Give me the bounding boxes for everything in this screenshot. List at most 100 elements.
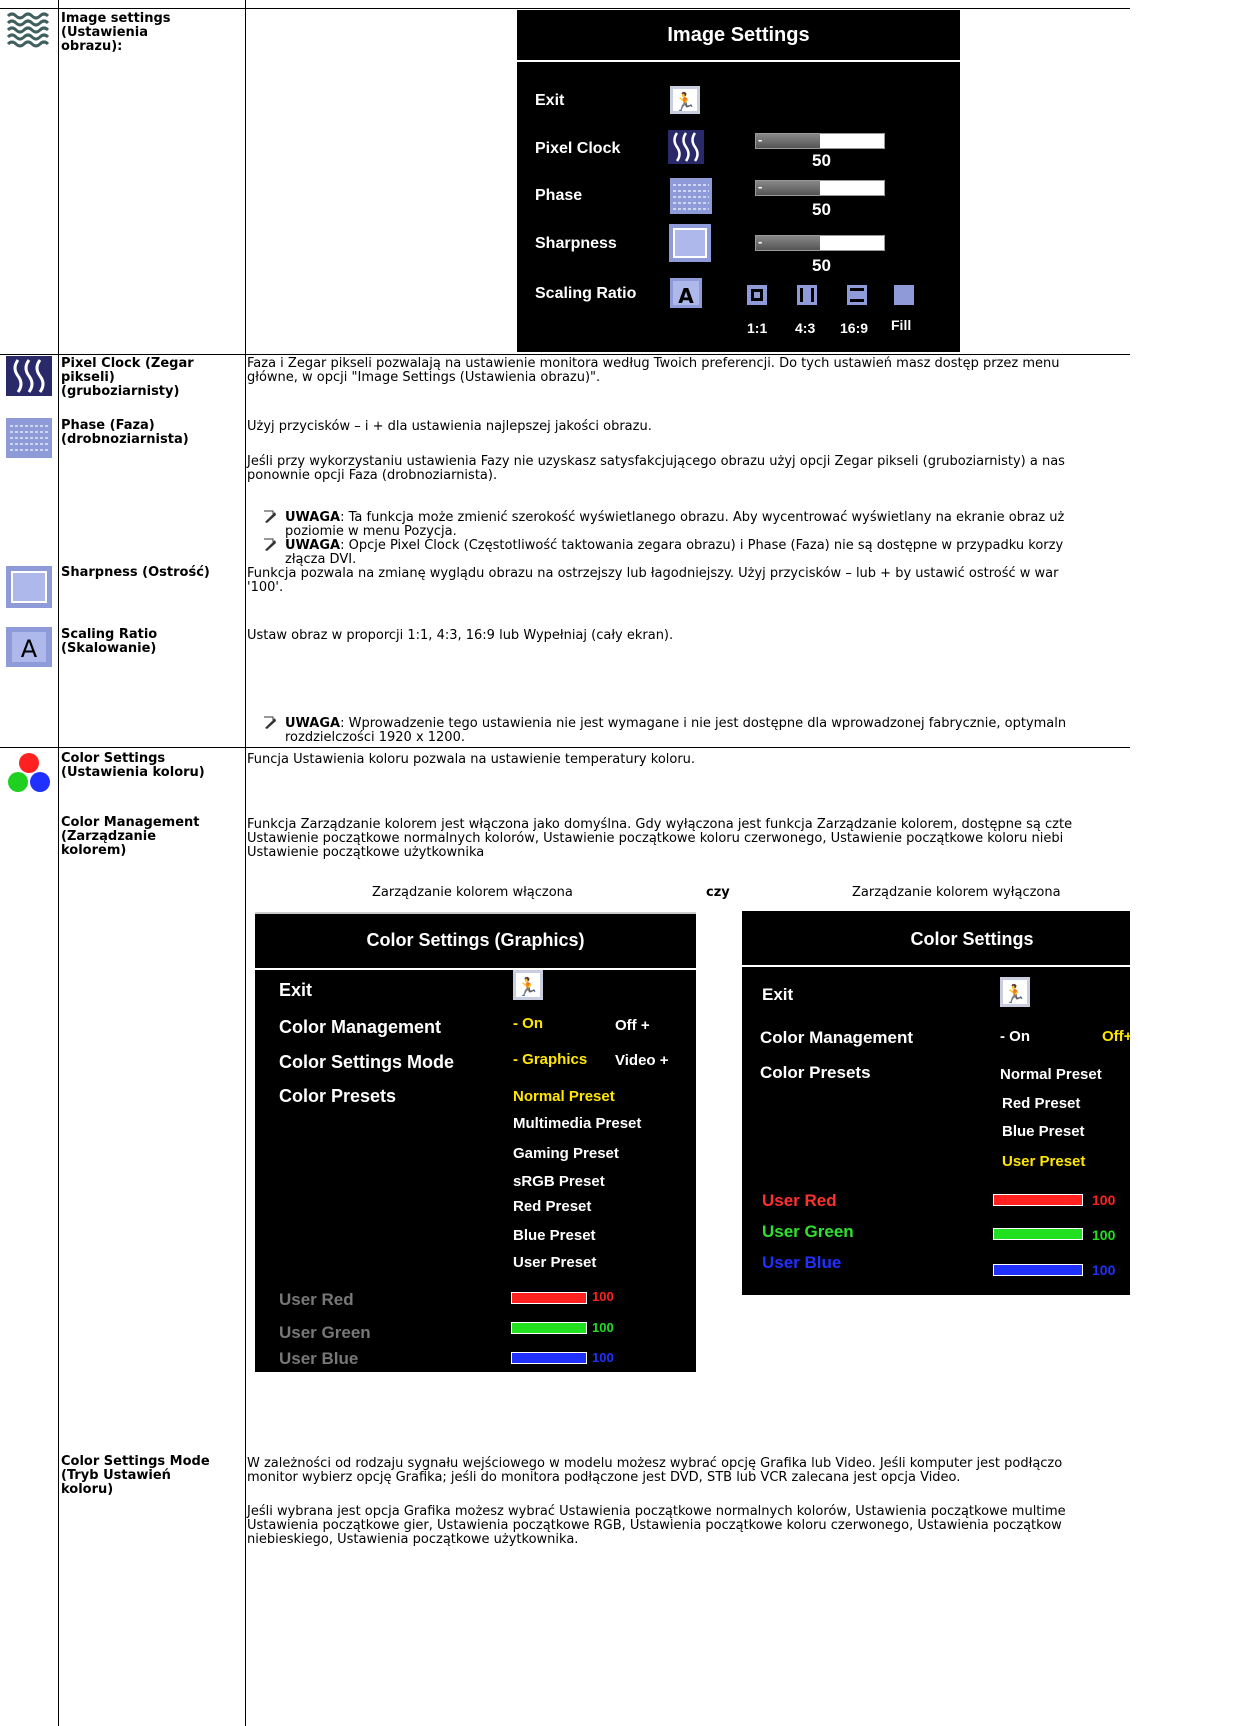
scaling-text: Ustaw obraz w proporcji 1:1, 4:3, 16:9 l…	[247, 628, 674, 643]
caption-cm-off: Zarządzanie kolorem wyłączona	[852, 885, 1061, 900]
osd-item-phase: Phase	[535, 187, 583, 204]
user-blue-value: 100	[592, 1350, 614, 1365]
preset-item: Multimedia Preset	[513, 1115, 642, 1132]
svg-text:🏃: 🏃	[517, 976, 539, 998]
color-management-text: Funkcja Zarządzanie kolorem jest włączon…	[247, 817, 1073, 832]
color-mode-text: Ustawienia początkowe gier, Ustawienia p…	[247, 1518, 1062, 1533]
user-red-slider	[993, 1194, 1083, 1206]
phase-slider: - +	[755, 179, 885, 196]
note-icon	[263, 510, 278, 524]
exit-icon: 🏃	[513, 970, 543, 1000]
note-text: złącza DVI.	[285, 552, 357, 567]
row-label-image-settings: Image settings (Ustawienia obrazu):	[61, 11, 171, 54]
right-clip	[1130, 0, 1245, 1726]
osd-item-sharpness: Sharpness	[535, 235, 617, 252]
cm-off-option: Off+	[1102, 1028, 1133, 1045]
color-mode-text: monitor wybierz opcję Grafika; jeśli do …	[247, 1470, 961, 1485]
note-icon	[263, 538, 278, 552]
ratio-label: 1:1	[747, 320, 768, 336]
osd-item-exit: Exit	[279, 980, 313, 1000]
row-label-phase: Phase (Faza) (drobnoziarnista)	[61, 418, 189, 447]
user-green-label: User Green	[279, 1323, 371, 1342]
row-label-pixel-clock: Pixel Clock (Zegar pikseli) (gruboziarni…	[61, 356, 194, 399]
color-management-text: Ustawienie początkowe użytkownika	[247, 845, 485, 860]
scaling-icon: A	[670, 278, 702, 308]
sharpness-value: 50	[812, 256, 831, 275]
osd-title: Color Settings (Graphics)	[366, 930, 585, 950]
ratio-label: 16:9	[840, 320, 869, 336]
ratio-4-3-icon	[797, 285, 817, 305]
osd-item-color-management: Color Management	[760, 1028, 914, 1047]
sharpness-icon	[669, 224, 711, 262]
user-blue-label: User Blue	[279, 1349, 359, 1368]
svg-text:A: A	[678, 284, 694, 308]
preset-item: sRGB Preset	[513, 1173, 605, 1190]
sharpness-icon	[6, 566, 52, 608]
row-label-scaling: Scaling Ratio (Skalowanie)	[61, 627, 158, 656]
preset-item: User Preset	[1002, 1153, 1086, 1170]
user-red-slider	[511, 1292, 587, 1304]
svg-text:🏃: 🏃	[1004, 983, 1026, 1005]
user-green-label: User Green	[762, 1222, 854, 1241]
note-body: : Ta funkcja może zmienić szerokość wyśw…	[340, 510, 1065, 525]
osd-item-exit: Exit	[762, 985, 794, 1004]
osd-item-exit: Exit	[535, 92, 565, 109]
ratio-fill-icon	[894, 285, 914, 305]
note-body: : Wprowadzenie tego ustawienia nie jest …	[340, 716, 1067, 731]
osd-image-settings: Image Settings Exit Pixel Clock Phase Sh…	[517, 10, 960, 352]
top-border	[0, 8, 1130, 9]
pixel-clock-icon	[668, 130, 704, 164]
osd-item-scaling: Scaling Ratio	[535, 285, 637, 302]
row-divider	[0, 354, 1130, 355]
mode-graphics-option: - Graphics	[513, 1051, 588, 1068]
preset-item: Blue Preset	[513, 1227, 596, 1244]
note-label: UWAGA	[285, 510, 341, 525]
scaling-icon: A	[6, 627, 52, 667]
color-mode-text: niebieskiego, Ustawienia początkowe użyt…	[247, 1532, 579, 1547]
preset-item: Blue Preset	[1002, 1123, 1085, 1140]
note-text: UWAGA: Opcje Pixel Clock (Częstotliwość …	[285, 539, 1063, 553]
row-label-color-management: Color Management (Zarządzanie kolorem)	[61, 815, 200, 858]
osd-item-color-settings-mode: Color Settings Mode	[279, 1052, 454, 1072]
user-green-slider	[511, 1322, 587, 1334]
ratio-label: Fill	[891, 317, 912, 333]
osd-color-settings: Color Settings Exit Color Management Col…	[742, 911, 1133, 1295]
table-left-col-border	[58, 0, 59, 1726]
exit-icon: 🏃	[670, 86, 700, 114]
mode-video-option: Video +	[615, 1052, 669, 1069]
user-red-value: 100	[1092, 1192, 1116, 1208]
row-label-color-mode: Color Settings Mode (Tryb Ustawień kolor…	[61, 1454, 210, 1497]
color-mode-text: Jeśli wybrana jest opcja Grafika możesz …	[247, 1504, 1066, 1519]
sharpness-slider: - +	[755, 234, 885, 251]
row-label-color-settings: Color Settings (Ustawienia koloru)	[61, 751, 205, 780]
svg-text:A: A	[21, 635, 38, 663]
user-green-value: 100	[592, 1320, 614, 1335]
user-blue-slider	[511, 1352, 587, 1364]
color-settings-icon	[8, 753, 50, 792]
pixel-clock-text: Faza i Zegar pikseli pozwalają na ustawi…	[247, 356, 1060, 371]
preset-item: Normal Preset	[513, 1088, 615, 1105]
image-settings-icon	[6, 10, 52, 48]
note-icon	[263, 716, 278, 730]
phase-text: Użyj przycisków – i + dla ustawienia naj…	[247, 419, 652, 434]
color-mode-text: W zależności od rodzaju sygnału wejściow…	[247, 1456, 1063, 1471]
pixel-clock-text: główne, w opcji "Image Settings (Ustawie…	[247, 370, 601, 385]
preset-item: Normal Preset	[1000, 1066, 1102, 1083]
svg-text:🏃: 🏃	[674, 91, 696, 113]
exit-icon: 🏃	[1000, 977, 1030, 1007]
user-green-value: 100	[1092, 1227, 1116, 1243]
osd-color-settings-graphics: Color Settings (Graphics) Exit Color Man…	[255, 912, 696, 1372]
color-management-text: Ustawienie początkowe normalnych kolorów…	[247, 831, 1064, 846]
preset-item: User Preset	[513, 1254, 597, 1271]
osd-title: Image Settings	[667, 24, 810, 46]
pixel-clock-slider: - +	[755, 132, 885, 149]
user-blue-slider	[993, 1264, 1083, 1276]
caption-or: czy	[706, 885, 730, 900]
preset-item: Red Preset	[1002, 1095, 1081, 1112]
caption-cm-on: Zarządzanie kolorem włączona	[372, 885, 573, 900]
osd-item-color-presets: Color Presets	[760, 1063, 871, 1082]
note-text: UWAGA: Wprowadzenie tego ustawienia nie …	[285, 717, 1066, 731]
note-label: UWAGA	[285, 716, 341, 731]
sharpness-text: Funkcja pozwala na zmianę wyglądu obrazu…	[247, 566, 1059, 581]
slider-fill	[756, 236, 820, 250]
